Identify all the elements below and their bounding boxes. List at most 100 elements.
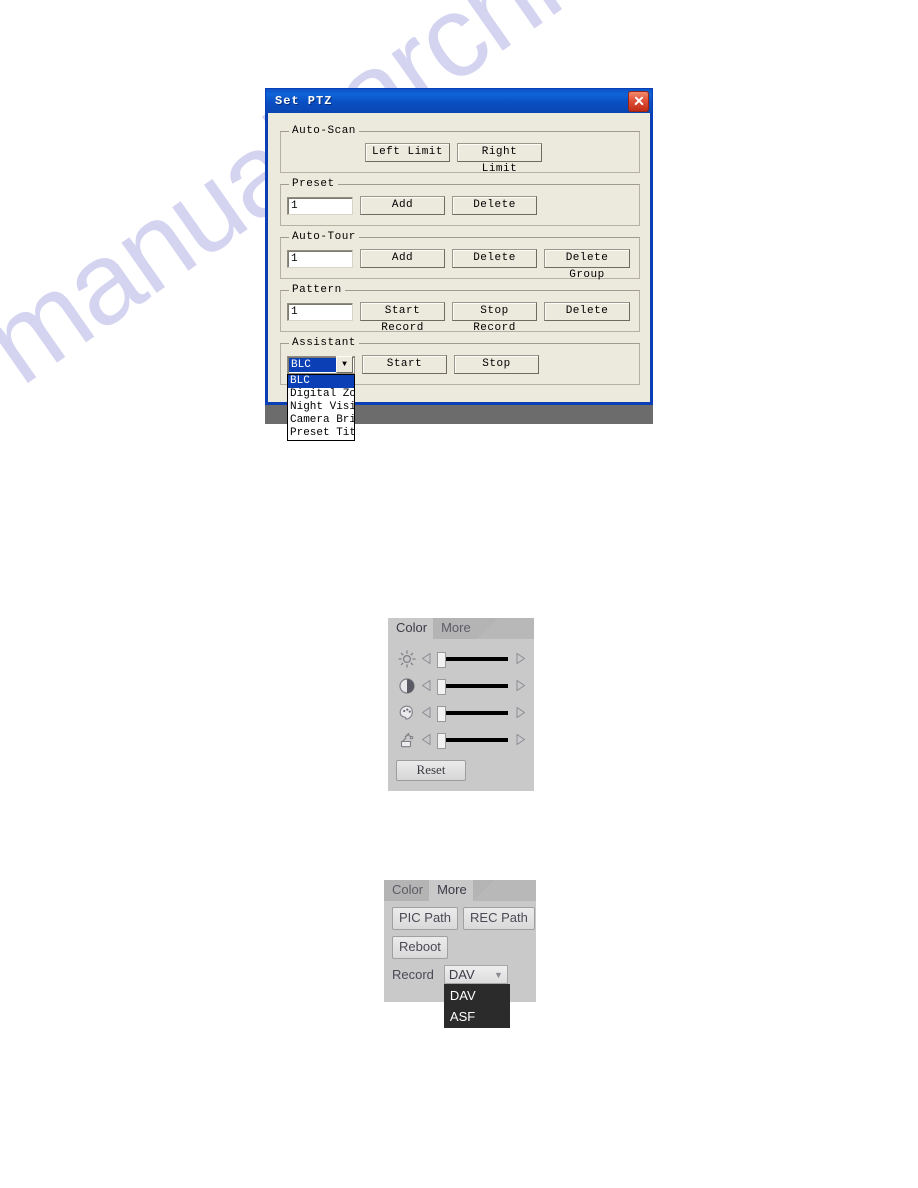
camera-more-panel: Color More PIC Path REC Path Reboot Reco… [384, 880, 536, 1028]
brightness-slider[interactable] [435, 651, 512, 668]
hue-slider[interactable] [435, 705, 512, 722]
preset-add-button[interactable]: Add [360, 196, 445, 215]
record-option-dav[interactable]: DAV [445, 985, 509, 1006]
dialog-body: Auto-Scan Left Limit Right Limit Preset … [268, 113, 650, 441]
tab-more[interactable]: More [433, 618, 477, 639]
brightness-slider-thumb[interactable] [437, 651, 446, 668]
record-combo-wrap: DAV ▼ DAV ASF [443, 965, 510, 1028]
combo-option-preset-title[interactable]: Preset Title [288, 427, 354, 440]
combo-option-blc[interactable]: BLC [288, 374, 354, 388]
assistant-combobox[interactable]: BLC ▼ [287, 355, 355, 374]
path-buttons-row: PIC Path REC Path [392, 907, 535, 930]
more-panel-tabs: Color More [384, 880, 536, 901]
saturation-increase-arrow[interactable] [515, 733, 526, 746]
contrast-increase-arrow[interactable] [515, 679, 526, 692]
record-combo-value: DAV [448, 967, 475, 982]
group-auto-tour: Auto-Tour Add Delete Delete Group [280, 231, 640, 281]
left-limit-button[interactable]: Left Limit [365, 143, 450, 162]
group-preset: Preset Add Delete [280, 178, 640, 226]
record-label: Record [392, 967, 434, 982]
hue-icon [396, 702, 418, 724]
reboot-row: Reboot [392, 936, 528, 959]
hue-decrease-arrow[interactable] [421, 706, 432, 719]
auto-scan-row: Left Limit Right Limit [287, 140, 633, 175]
group-legend-assistant: Assistant [292, 337, 356, 349]
assistant-row: BLC ▼ BLC Digital Zoom Night Vision Came… [287, 352, 633, 441]
brightness-decrease-arrow[interactable] [421, 652, 432, 665]
contrast-slider-thumb[interactable] [437, 678, 446, 695]
group-assistant: Assistant BLC ▼ BLC Digital Zoom Night V… [280, 337, 640, 441]
auto-tour-row: Add Delete Delete Group [287, 246, 633, 281]
slider-row-saturation [396, 726, 526, 753]
pattern-start-record-button[interactable]: Start Record [360, 302, 445, 334]
set-ptz-dialog: Set PTZ Auto-Scan Left Limit Right Limit… [265, 88, 653, 441]
slider-row-brightness [396, 645, 526, 672]
record-combo-list[interactable]: DAV ASF [443, 984, 510, 1028]
tab-slant-decoration [476, 618, 499, 639]
color-panel-tabs: Color More [388, 618, 534, 639]
rec-path-button[interactable]: REC Path [463, 907, 535, 930]
pic-path-button[interactable]: PIC Path [392, 907, 459, 930]
assistant-combo-value: BLC [289, 357, 336, 372]
auto-tour-delete-button[interactable]: Delete [452, 249, 537, 268]
dialog-titlebar: Set PTZ [265, 88, 653, 113]
assistant-combo-wrap: BLC ▼ BLC Digital Zoom Night Vision Came… [287, 355, 355, 441]
hue-slider-track [443, 710, 508, 715]
auto-tour-input[interactable] [287, 249, 353, 268]
group-legend-auto-scan: Auto-Scan [292, 125, 356, 137]
record-combobox[interactable]: DAV ▼ [443, 965, 508, 984]
dialog-frame: Auto-Scan Left Limit Right Limit Preset … [265, 113, 653, 441]
group-legend-pattern: Pattern [292, 284, 342, 296]
pattern-delete-button[interactable]: Delete [544, 302, 630, 321]
combo-option-camera-bright[interactable]: Camera Bright [288, 414, 354, 427]
group-pattern: Pattern Start Record Stop Record Delete [280, 284, 640, 334]
preset-input[interactable] [287, 196, 353, 215]
chevron-down-icon[interactable]: ▼ [494, 970, 503, 980]
right-limit-button[interactable]: Right Limit [457, 143, 542, 175]
saturation-slider[interactable] [435, 732, 512, 749]
preset-row: Add Delete [287, 193, 633, 217]
assistant-start-button[interactable]: Start [362, 355, 447, 374]
contrast-icon [396, 675, 418, 697]
contrast-slider-track [443, 683, 508, 688]
brightness-icon [396, 648, 418, 670]
more-panel-body: PIC Path REC Path Reboot Record DAV ▼ DA… [384, 901, 536, 1028]
preset-delete-button[interactable]: Delete [452, 196, 537, 215]
brightness-slider-track [443, 656, 508, 661]
pattern-row: Start Record Stop Record Delete [287, 299, 633, 334]
dialog-title: Set PTZ [275, 94, 333, 108]
slider-row-contrast [396, 672, 526, 699]
combo-option-night-vision[interactable]: Night Vision [288, 401, 354, 414]
auto-tour-delete-group-button[interactable]: Delete Group [544, 249, 630, 281]
hue-increase-arrow[interactable] [515, 706, 526, 719]
pattern-input[interactable] [287, 302, 353, 321]
brightness-increase-arrow[interactable] [515, 652, 526, 665]
record-option-asf[interactable]: ASF [445, 1006, 509, 1027]
saturation-slider-thumb[interactable] [437, 732, 446, 749]
pattern-stop-record-button[interactable]: Stop Record [452, 302, 537, 334]
tab-color[interactable]: Color [384, 880, 430, 901]
reset-button[interactable]: Reset [396, 760, 466, 781]
auto-tour-add-button[interactable]: Add [360, 249, 445, 268]
contrast-slider[interactable] [435, 678, 512, 695]
combo-option-digital-zoom[interactable]: Digital Zoom [288, 388, 354, 401]
tab-slant-decoration [472, 880, 495, 901]
slider-row-hue [396, 699, 526, 726]
saturation-icon [396, 729, 418, 751]
assistant-combo-list[interactable]: BLC Digital Zoom Night Vision Camera Bri… [287, 373, 355, 441]
saturation-slider-track [443, 737, 508, 742]
group-legend-preset: Preset [292, 178, 335, 190]
record-format-row: Record DAV ▼ DAV ASF [392, 965, 528, 1028]
tab-color[interactable]: Color [388, 618, 434, 639]
close-icon[interactable] [628, 90, 649, 112]
reboot-button[interactable]: Reboot [392, 936, 448, 959]
contrast-decrease-arrow[interactable] [421, 679, 432, 692]
group-legend-auto-tour: Auto-Tour [292, 231, 356, 243]
camera-color-panel: Color More Reset [388, 618, 534, 791]
hue-slider-thumb[interactable] [437, 705, 446, 722]
group-auto-scan: Auto-Scan Left Limit Right Limit [280, 125, 640, 175]
tab-more[interactable]: More [429, 880, 473, 901]
saturation-decrease-arrow[interactable] [421, 733, 432, 746]
assistant-stop-button[interactable]: Stop [454, 355, 539, 374]
chevron-down-icon[interactable]: ▼ [336, 356, 353, 373]
